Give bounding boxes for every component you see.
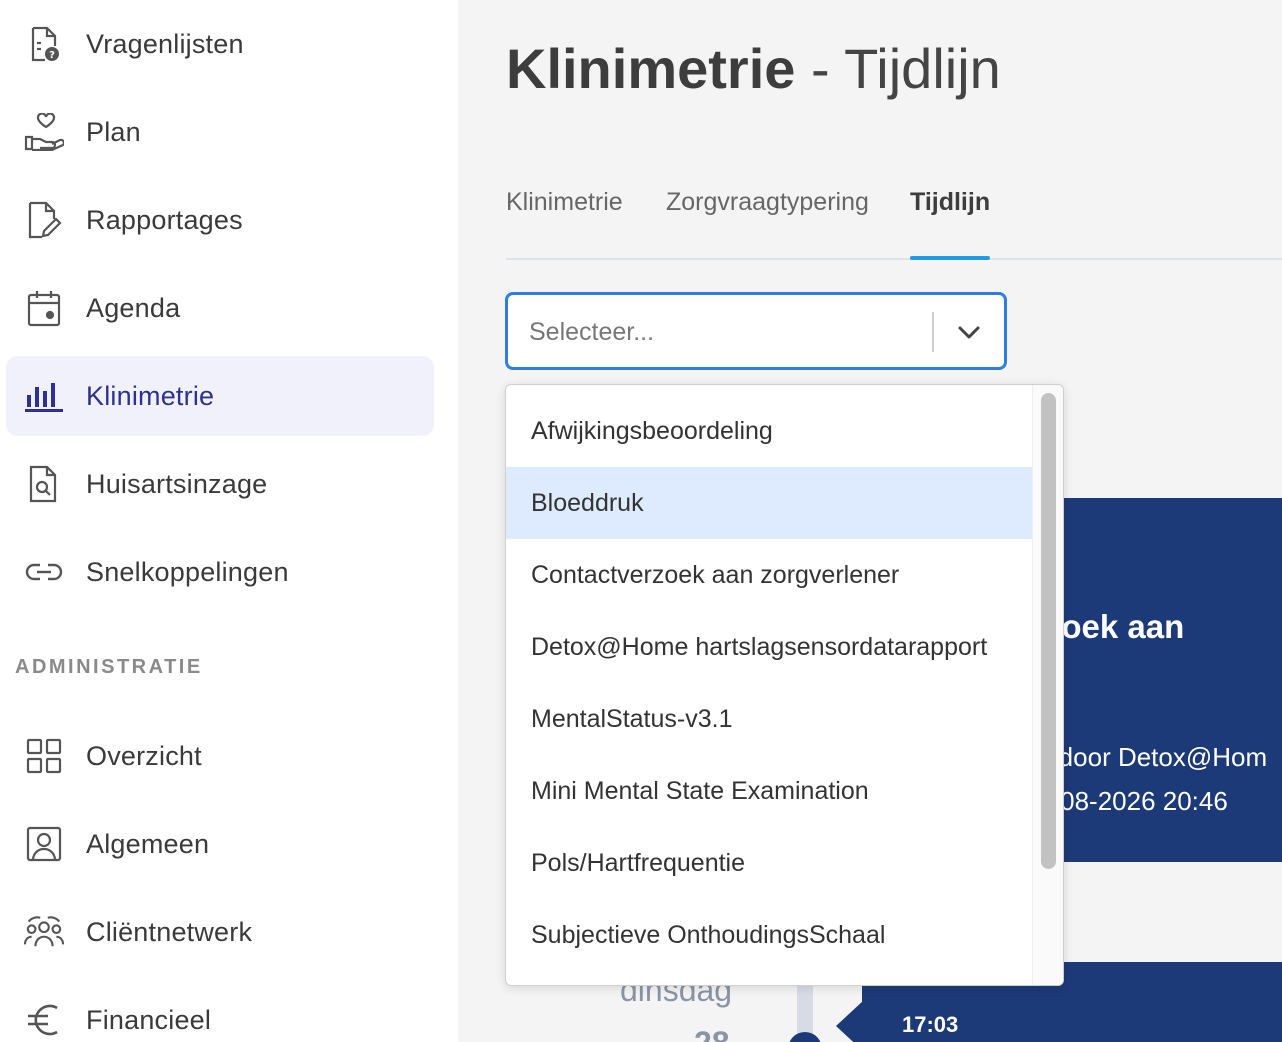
bar-chart-icon: [24, 376, 64, 416]
tab-zorgvraagtypering[interactable]: Zorgvraagtypering: [666, 188, 869, 258]
sidebar-item-overzicht[interactable]: Overzicht: [6, 716, 434, 796]
chevron-down-icon[interactable]: [954, 317, 984, 347]
sidebar-item-label: Financieel: [86, 1004, 212, 1035]
timeline-dot: [788, 1032, 822, 1042]
select-option[interactable]: Contactverzoek aan zorgverlener: [506, 539, 1034, 611]
sidebar-item-huisartsinzage[interactable]: Huisartsinzage: [6, 444, 434, 524]
sidebar-item-label: Huisartsinzage: [86, 468, 268, 499]
sidebar-item-algemeen[interactable]: Algemeen: [6, 804, 434, 884]
questionnaire-select[interactable]: Selecteer...: [505, 292, 1007, 370]
sidebar-item-label: Klinimetrie: [86, 380, 215, 411]
sidebar: ? Vragenlijsten Plan Rapportages Agenda …: [0, 0, 458, 1042]
calendar-icon: [24, 288, 64, 328]
sidebar-item-financieel[interactable]: Financieel: [6, 980, 434, 1042]
tab-tijdlijn[interactable]: Tijdlijn: [910, 188, 991, 260]
tab-bar: Klinimetrie Zorgvraagtypering Tijdlijn: [506, 180, 1282, 260]
people-group-icon: [24, 912, 64, 952]
sidebar-item-label: Agenda: [86, 292, 181, 323]
sidebar-item-clientnetwerk[interactable]: Cliëntnetwerk: [6, 892, 434, 972]
grid-icon: [24, 736, 64, 776]
sidebar-item-label: Overzicht: [86, 740, 202, 771]
page-title-sub: Tijdlijn: [844, 37, 1001, 100]
sidebar-item-label: Algemeen: [86, 828, 210, 859]
sidebar-item-label: Rapportages: [86, 204, 243, 235]
select-divider: [932, 312, 934, 352]
menu-scrollbar[interactable]: [1032, 385, 1063, 985]
card-datetime: 7-08-2026 20:46: [1037, 786, 1228, 816]
sidebar-item-agenda[interactable]: Agenda: [6, 268, 434, 348]
document-search-icon: [24, 464, 64, 504]
page-title-separator: -: [795, 37, 845, 100]
page-title: Klinimetrie - Tijdlijn: [506, 36, 1001, 101]
tab-klinimetrie[interactable]: Klinimetrie: [506, 188, 623, 258]
svg-text:?: ?: [49, 50, 55, 61]
sidebar-item-label: Snelkoppelingen: [86, 556, 289, 587]
euro-icon: [24, 1000, 64, 1040]
hand-heart-icon: [24, 112, 64, 152]
sidebar-item-snelkoppelingen[interactable]: Snelkoppelingen: [6, 532, 434, 612]
document-edit-icon: [24, 200, 64, 240]
select-option-highlighted[interactable]: Bloeddruk: [506, 467, 1034, 539]
select-option[interactable]: Detox@Home hartslagsensordatarapport: [506, 611, 1034, 683]
sidebar-item-label: Plan: [86, 116, 141, 147]
select-option[interactable]: Pols/Hartfrequentie: [506, 827, 1034, 899]
card-time: 17:03: [902, 1012, 959, 1037]
select-option[interactable]: Afwijkingsbeoordeling: [506, 395, 1034, 467]
menu-scrollbar-thumb[interactable]: [1041, 393, 1056, 869]
page-title-main: Klinimetrie: [506, 37, 796, 100]
select-option[interactable]: Mini Mental State Examination: [506, 755, 1034, 827]
sidebar-item-label: Cliëntnetwerk: [86, 916, 253, 947]
sidebar-item-rapportages[interactable]: Rapportages: [6, 180, 434, 260]
select-option[interactable]: MentalStatus-v3.1: [506, 683, 1034, 755]
select-option[interactable]: Subjectieve OnthoudingsSchaal: [506, 899, 1034, 971]
user-card-icon: [24, 824, 64, 864]
select-menu: Afwijkingsbeoordeling Bloeddruk Contactv…: [505, 384, 1064, 986]
timeline-card-pointer: [836, 1000, 864, 1042]
select-placeholder: Selecteer...: [529, 318, 655, 346]
sidebar-item-vragenlijsten[interactable]: ? Vragenlijsten: [6, 4, 434, 84]
card-author: d door Detox@Hom: [1037, 742, 1268, 772]
sidebar-item-plan[interactable]: Plan: [6, 92, 434, 172]
sidebar-item-label: Vragenlijsten: [86, 28, 244, 59]
document-question-icon: ?: [24, 24, 64, 64]
timeline-day-number: 28: [694, 1025, 730, 1042]
link-icon: [24, 552, 64, 592]
section-title-administratie: ADMINISTRATIE: [15, 656, 203, 678]
sidebar-item-klinimetrie[interactable]: Klinimetrie: [6, 356, 434, 436]
